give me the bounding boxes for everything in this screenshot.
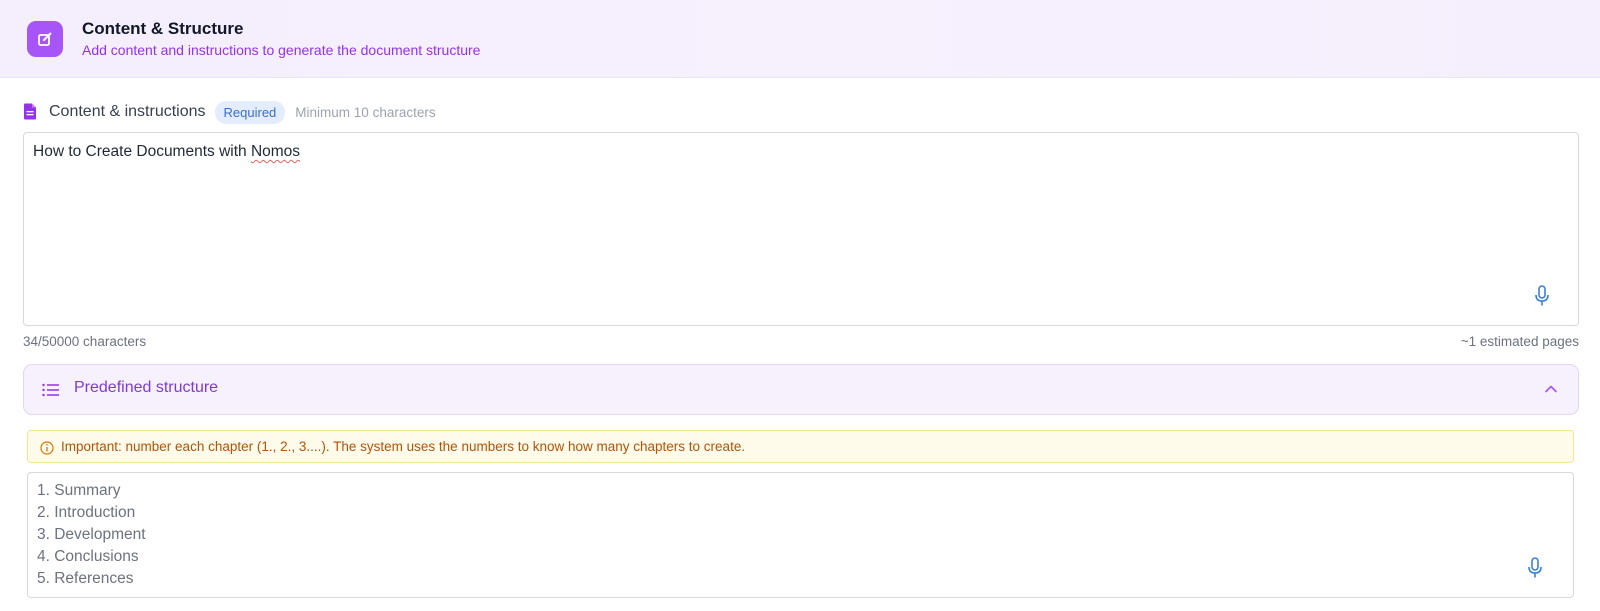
estimated-pages: ~1 estimated pages bbox=[1460, 334, 1579, 349]
minimum-hint: Minimum 10 characters bbox=[295, 104, 436, 120]
document-icon bbox=[23, 103, 39, 121]
predefined-structure-toggle[interactable]: Predefined structure bbox=[23, 364, 1579, 415]
page-header: Content & Structure Add content and inst… bbox=[0, 0, 1600, 78]
predefined-structure-title: Predefined structure bbox=[74, 379, 219, 396]
microphone-icon[interactable] bbox=[1527, 557, 1543, 579]
header-subtitle: Add content and instructions to generate… bbox=[82, 42, 481, 58]
structure-line: 1. Summary bbox=[37, 482, 121, 499]
structure-line: 5. References bbox=[37, 570, 134, 587]
list-icon bbox=[42, 383, 60, 397]
character-count: 34/50000 characters bbox=[23, 334, 147, 349]
info-circle-icon bbox=[40, 441, 54, 455]
structure-line: 2. Introduction bbox=[37, 504, 136, 521]
numbering-warning: Important: number each chapter (1., 2., … bbox=[27, 430, 1574, 463]
header-title: Content & Structure bbox=[82, 19, 244, 38]
structure-textarea[interactable]: 1. Summary 2. Introduction 3. Developmen… bbox=[27, 472, 1574, 598]
required-badge: Required bbox=[214, 100, 286, 124]
microphone-icon[interactable] bbox=[1534, 285, 1550, 307]
chevron-up-icon[interactable] bbox=[1544, 382, 1558, 396]
content-textarea-value: How to Create Documents with Nomos bbox=[33, 143, 301, 160]
content-label-row: Content & instructions Required Minimum … bbox=[23, 100, 436, 124]
edit-square-icon bbox=[27, 21, 63, 57]
content-label: Content & instructions bbox=[49, 103, 206, 120]
structure-line: 3. Development bbox=[37, 526, 146, 543]
misspelled-word: Nomos bbox=[250, 143, 301, 160]
content-textarea[interactable]: How to Create Documents with Nomos bbox=[23, 132, 1579, 326]
structure-line: 4. Conclusions bbox=[37, 548, 139, 565]
warning-text: Important: number each chapter (1., 2., … bbox=[61, 439, 746, 454]
